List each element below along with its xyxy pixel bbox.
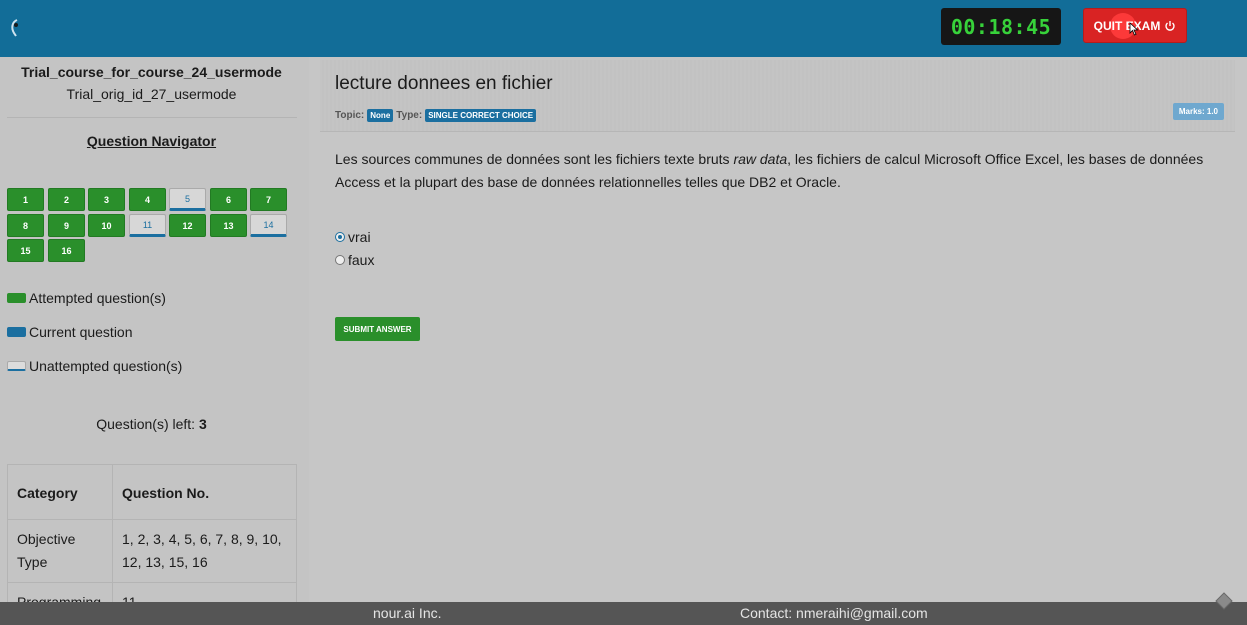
question-nav-button-1[interactable]: 1	[7, 188, 44, 211]
mouse-pointer-icon	[1129, 22, 1139, 36]
table-cell-questions: 11	[112, 582, 297, 602]
type-badge: SINGLE CORRECT CHOICE	[425, 109, 537, 122]
question-nav-button-10[interactable]: 10	[88, 214, 125, 237]
question-nav-button-3[interactable]: 3	[88, 188, 125, 211]
legend-attempted: Attempted question(s)	[7, 290, 166, 306]
questions-left-count: 3	[198, 416, 207, 432]
question-header: lecture donnees en fichier Topic: None T…	[320, 60, 1235, 132]
legend-current: Current question	[7, 324, 133, 340]
legend-unattempted: Unattempted question(s)	[7, 358, 182, 374]
radio-button[interactable]	[335, 255, 345, 265]
footer-company: nour.ai Inc.	[373, 605, 442, 621]
question-nav-button-9[interactable]: 9	[48, 214, 85, 237]
table-header-question-no: Question No.	[112, 464, 297, 520]
power-icon	[1165, 20, 1176, 31]
diamond-icon	[1215, 592, 1233, 610]
question-nav-button-15[interactable]: 15	[7, 239, 44, 262]
unattempted-swatch	[7, 361, 26, 371]
quit-exam-label: QUIT EXAM	[1093, 18, 1161, 33]
topic-label: Topic:	[335, 110, 365, 121]
legend-unattempted-label: Unattempted question(s)	[29, 358, 183, 374]
radio-button-selected[interactable]	[335, 232, 345, 242]
question-nav-button-5[interactable]: 5	[169, 188, 206, 211]
attempted-swatch	[7, 293, 26, 303]
question-nav-button-6[interactable]: 6	[210, 188, 247, 211]
table-row: Programming 11	[7, 582, 297, 602]
question-panel: lecture donnees en fichier Topic: None T…	[309, 57, 1247, 602]
question-text: Les sources communes de données sont les…	[335, 148, 1205, 194]
submit-answer-button[interactable]: SUBMIT ANSWER	[335, 317, 420, 341]
question-nav-button-4[interactable]: 4	[129, 188, 166, 211]
footer: nour.ai Inc. Contact: nmeraihi@gmail.com	[0, 592, 1247, 625]
marks-badge: Marks: 1.0	[1172, 103, 1224, 120]
footer-contact: Contact: nmeraihi@gmail.com	[740, 605, 928, 621]
option-label: vrai	[348, 229, 371, 245]
legend-attempted-label: Attempted question(s)	[29, 290, 166, 306]
top-header: 00:18:45 QUIT EXAM	[0, 0, 1247, 57]
current-swatch	[7, 327, 26, 337]
table-cell-questions: 1, 2, 3, 4, 5, 6, 7, 8, 9, 10, 12, 13, 1…	[112, 519, 297, 583]
question-nav-button-16[interactable]: 16	[48, 239, 85, 262]
course-id: Trial_orig_id_27_usermode	[66, 86, 237, 102]
question-navigator-title: Question Navigator	[86, 133, 217, 149]
divider	[7, 117, 297, 118]
table-row: Objective Type 1, 2, 3, 4, 5, 6, 7, 8, 9…	[7, 519, 297, 583]
legend-current-label: Current question	[29, 324, 133, 340]
exam-timer: 00:18:45	[941, 8, 1061, 45]
sidebar: Trial_course_for_course_24_usermode Tria…	[0, 57, 309, 602]
type-label: Type:	[396, 110, 423, 121]
question-nav-button-8[interactable]: 8	[7, 214, 44, 237]
option-label: faux	[348, 252, 375, 268]
table-cell-category: Objective Type	[7, 519, 113, 583]
course-title: Trial_course_for_course_24_usermode	[21, 64, 282, 80]
table-cell-category: Programming	[7, 582, 113, 602]
table-header-row: Category Question No.	[7, 464, 297, 520]
question-text-part: Les sources communes de données sont les…	[335, 151, 734, 167]
questions-left-label: Question(s) left:	[96, 416, 199, 432]
questions-left: Question(s) left: 3	[0, 416, 303, 432]
question-nav-button-14[interactable]: 14	[250, 214, 287, 237]
question-nav-button-13[interactable]: 13	[210, 214, 247, 237]
option-vrai[interactable]: vrai	[335, 229, 371, 245]
question-nav-button-7[interactable]: 7	[250, 188, 287, 211]
table-header-category: Category	[7, 464, 113, 520]
question-title: lecture donnees en fichier	[335, 73, 553, 94]
topic-badge: None	[367, 109, 394, 122]
question-text-italic: raw data	[733, 151, 788, 167]
question-nav-button-2[interactable]: 2	[48, 188, 85, 211]
question-meta: Topic: None Type: SINGLE CORRECT CHOICE	[335, 109, 537, 122]
question-nav-button-11[interactable]: 11	[129, 214, 166, 237]
option-faux[interactable]: faux	[335, 252, 374, 268]
category-table: Category Question No. Objective Type 1, …	[7, 464, 297, 602]
logo-icon	[11, 19, 18, 37]
question-nav-button-12[interactable]: 12	[169, 214, 206, 237]
